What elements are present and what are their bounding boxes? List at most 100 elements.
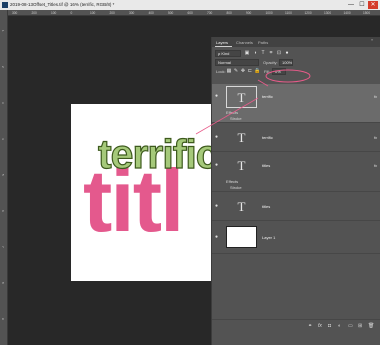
visibility-eye-icon[interactable]: ●	[215, 204, 221, 209]
visibility-eye-icon[interactable]: ●	[215, 163, 221, 168]
lock-row: Lock: ▦ ✎ ✥ ⊏ 🔒 Fill: 0%	[212, 67, 380, 76]
ruler-tick-label: 600	[187, 11, 193, 15]
layer-filter-select[interactable]: ρ Kind	[215, 50, 241, 57]
ruler-tick-label: 1500	[363, 11, 371, 15]
layer-name: Layer 1	[262, 235, 276, 240]
document-title: 2019-08-13Offset_Titles.tif @ 16% (terri…	[10, 2, 115, 7]
ruler-tick-label: 1400	[343, 11, 351, 15]
document-canvas[interactable]: titl terrific	[71, 104, 231, 281]
layer-row[interactable]: ● T terrific fx Effects Stroke	[212, 84, 380, 123]
ruler-tick-label: 4	[1, 138, 5, 140]
layers-panel: Layers Channels Paths ρ Kind ▣ ◑ T ⌗ ⊡ ●…	[211, 37, 380, 345]
type-layer-thumbnail: T	[237, 199, 246, 214]
layer-name: titles	[262, 163, 271, 168]
tab-channels[interactable]: Channels	[236, 40, 253, 45]
ruler-tick-label: 1200	[304, 11, 312, 15]
lock-label: Lock:	[216, 69, 226, 74]
layer-row[interactable]: ● T terrific fx	[212, 124, 380, 152]
shape-filter-icon[interactable]: ⌗	[268, 50, 274, 56]
smart-object-filter-icon[interactable]: ⊡	[276, 50, 282, 56]
lock-position-icon[interactable]: ✥	[240, 68, 246, 74]
panel-footer: ⚭ fx ◘ ◐ ▭ ⊞ 🗑	[212, 319, 380, 331]
type-layer-thumbnail: T	[237, 158, 246, 173]
vertical-ruler: 1 2 3 4 5 6 7 8 9	[0, 10, 8, 345]
fx-icon: fx	[373, 135, 377, 140]
blend-row: Normal Opacity: 100%	[212, 58, 380, 67]
fx-icon: fx	[373, 94, 377, 99]
ruler-tick-label: 700	[207, 11, 213, 15]
panel-collapse-icon[interactable]: «	[371, 37, 380, 49]
layer-row[interactable]: ● Layer 1	[212, 222, 380, 254]
folder-icon[interactable]: ▭	[348, 323, 353, 329]
ruler-tick-label: 1300	[324, 11, 332, 15]
layer-thumbnail	[226, 226, 257, 248]
stroke-effect[interactable]: Stroke	[230, 116, 242, 121]
ruler-tick-label: 100	[90, 11, 96, 15]
lock-transparent-icon[interactable]: ▦	[226, 68, 232, 74]
adjustment-filter-icon[interactable]: ◑	[252, 50, 258, 56]
maximize-button[interactable]: ☐	[357, 1, 367, 9]
type-filter-icon[interactable]: T	[260, 50, 266, 56]
visibility-eye-icon[interactable]: ●	[215, 135, 221, 140]
ruler-tick-label: 0	[70, 11, 73, 15]
layer-row[interactable]: ● T titles fx Effects Stroke	[212, 153, 380, 192]
title-bar: 2019-08-13Offset_Titles.tif @ 16% (terri…	[0, 0, 380, 10]
fx-icon[interactable]: fx	[318, 323, 322, 329]
ruler-tick-label: 6	[1, 210, 5, 212]
tab-paths[interactable]: Paths	[258, 40, 268, 45]
close-button[interactable]: ✕	[368, 1, 378, 9]
lock-image-icon[interactable]: ✎	[233, 68, 239, 74]
photoshop-icon	[2, 2, 8, 8]
visibility-eye-icon[interactable]: ●	[215, 94, 221, 99]
panel-tabs: Layers Channels Paths	[212, 37, 380, 47]
layer-name: terrific	[262, 135, 273, 140]
active-tab-indicator	[215, 46, 232, 47]
type-layer-thumbnail: T	[237, 130, 246, 145]
layers-list: ● T terrific fx Effects Stroke ● T terri…	[212, 84, 380, 319]
ruler-tick-label: 400	[148, 11, 154, 15]
ruler-tick-label: 1	[1, 30, 5, 32]
ruler-tick-label: 2	[1, 66, 5, 68]
filter-toggle-icon[interactable]: ●	[284, 50, 290, 56]
ruler-tick-label: 100	[51, 11, 57, 15]
fx-icon: fx	[373, 163, 377, 168]
ruler-tick-label: 1100	[285, 11, 292, 15]
tab-layers[interactable]: Layers	[216, 40, 228, 45]
effects-label: Effects	[226, 110, 239, 115]
ruler-tick-label: 9	[1, 318, 5, 320]
link-icon[interactable]: ⚭	[308, 323, 312, 329]
trash-icon[interactable]: 🗑	[368, 323, 374, 329]
pixel-filter-icon[interactable]: ▣	[244, 50, 250, 56]
visibility-eye-icon[interactable]: ●	[215, 235, 221, 240]
ruler-tick-label: 800	[226, 11, 232, 15]
type-layer-thumbnail: T	[226, 86, 257, 108]
blend-mode-select[interactable]: Normal	[215, 59, 259, 66]
ruler-tick-label: 300	[12, 11, 18, 15]
ruler-tick-label: 500	[168, 11, 174, 15]
ruler-tick-label: 300	[129, 11, 135, 15]
ruler-tick-label: 7	[1, 246, 5, 248]
layer-row[interactable]: ● T titles	[212, 193, 380, 221]
minimize-button[interactable]: —	[346, 1, 356, 9]
opacity-input[interactable]: 100%	[279, 59, 293, 66]
ruler-tick-label: 8	[1, 282, 5, 284]
ruler-tick-label: 5	[1, 174, 5, 176]
lock-artboard-icon[interactable]: ⊏	[247, 68, 253, 74]
layer-name: terrific	[262, 94, 273, 99]
fill-label: Fill:	[264, 69, 271, 74]
ruler-tick-label: 3	[1, 102, 5, 104]
ruler-tick-label: 200	[31, 11, 37, 15]
ruler-tick-label: 1000	[265, 11, 273, 15]
effects-label: Effects	[226, 179, 239, 184]
fill-input[interactable]: 0%	[272, 68, 286, 75]
lock-all-icon[interactable]: 🔒	[254, 68, 260, 74]
filter-row: ρ Kind ▣ ◑ T ⌗ ⊡ ●	[212, 49, 380, 58]
layer-name: titles	[262, 204, 271, 209]
stroke-effect[interactable]: Stroke	[230, 185, 242, 190]
ruler-tick-label: 200	[109, 11, 115, 15]
mask-icon[interactable]: ◘	[328, 323, 331, 329]
adjustment-icon[interactable]: ◐	[338, 323, 341, 329]
ruler-tick-label: 900	[246, 11, 252, 15]
terrific-text-layer: terrific	[97, 131, 219, 177]
new-layer-icon[interactable]: ⊞	[358, 323, 362, 329]
